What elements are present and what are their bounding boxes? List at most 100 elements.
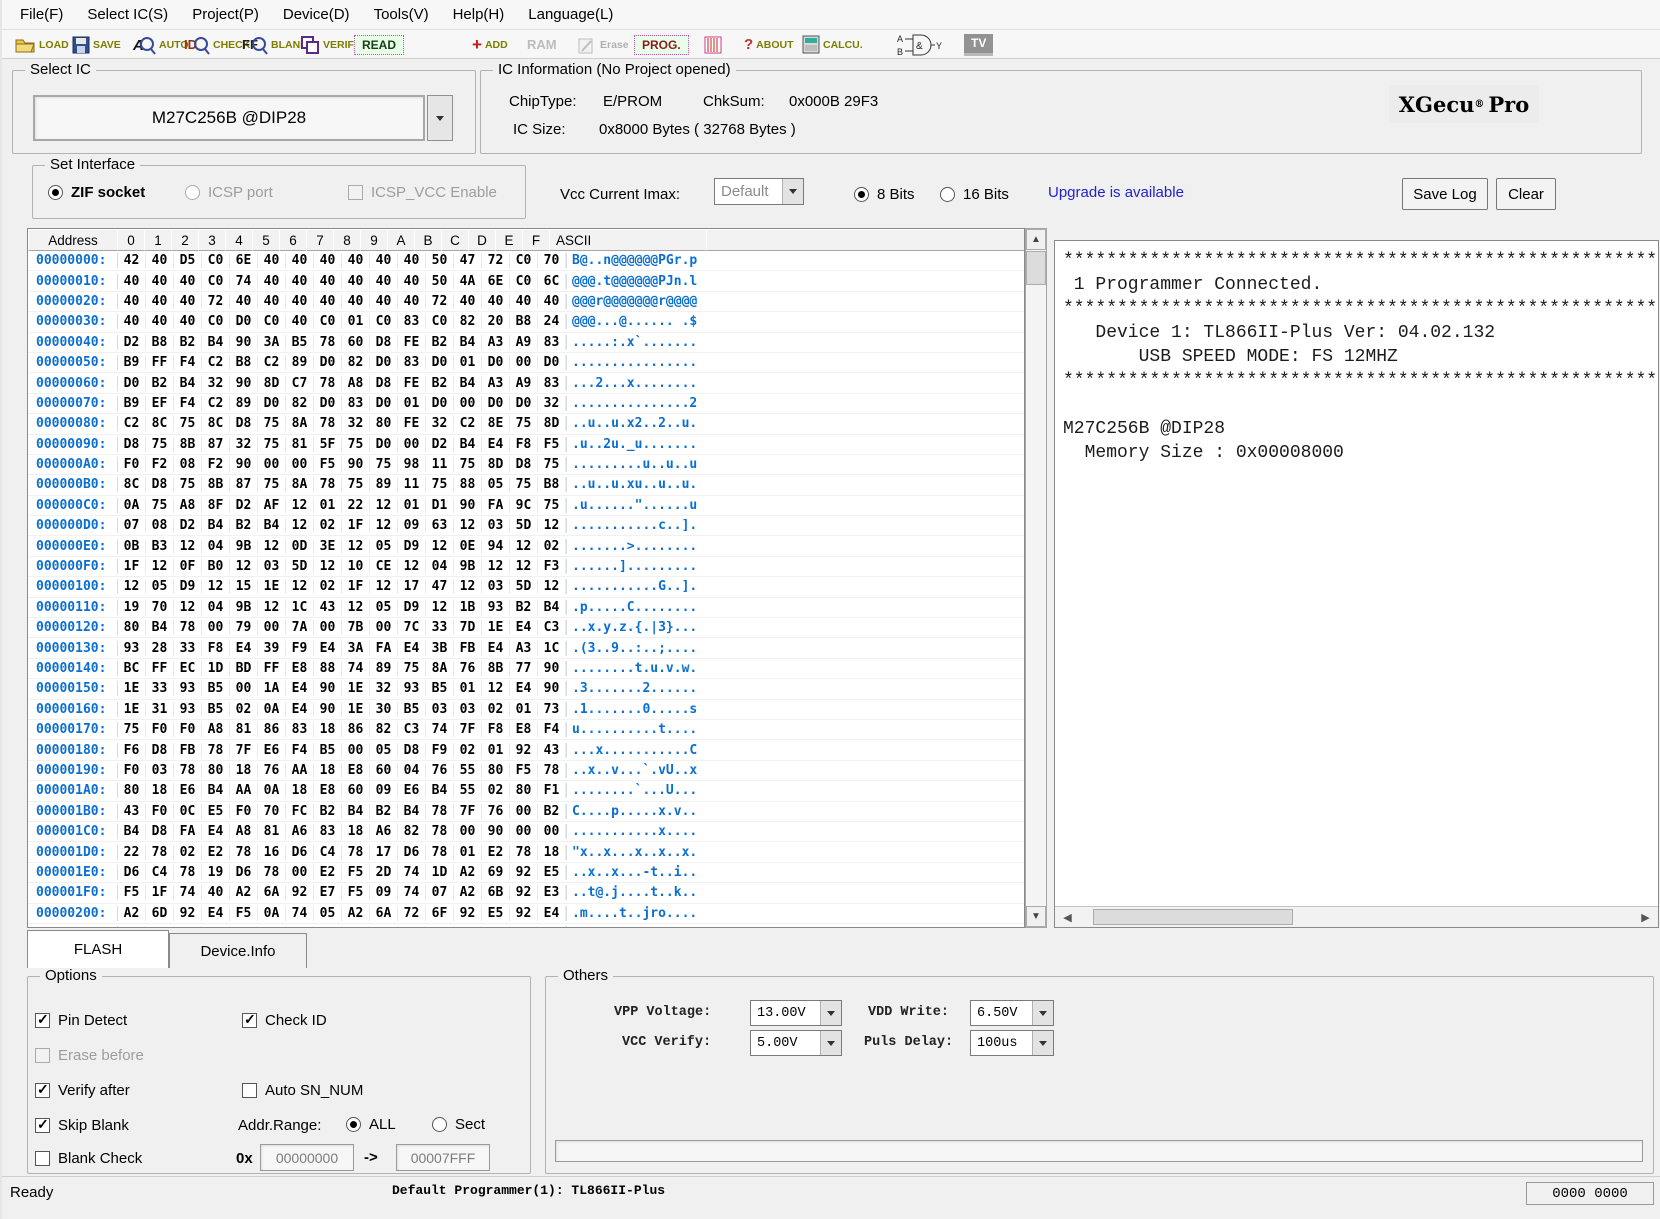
range-from-input[interactable]: 00000000 — [260, 1144, 354, 1171]
tv-button[interactable]: TV — [964, 31, 993, 58]
hex-row[interactable]: 00000010:404040C074404040404040504A6EC06… — [28, 271, 1024, 291]
chevron-down-icon[interactable] — [820, 1001, 841, 1025]
log-line: ****************************************… — [1063, 297, 1656, 321]
addr-range-sect-radio[interactable]: Sect — [432, 1116, 485, 1133]
hex-row[interactable]: 000000A0:F0F208F2900000F590759811758DD87… — [28, 455, 1024, 475]
log-panel[interactable]: ****************************************… — [1054, 240, 1659, 928]
menu-item[interactable]: Project(P) — [180, 2, 271, 27]
blank-button[interactable]: FF BLANK — [242, 31, 308, 58]
hex-row[interactable]: 000001E0:D6C47819D67800E2F52D741DA26992E… — [28, 863, 1024, 883]
hex-row[interactable]: 00000080:C28C758CD8758A783280FE32C28E758… — [28, 414, 1024, 434]
hex-column-header: 7 — [306, 229, 334, 251]
chevron-down-icon[interactable] — [1032, 1001, 1053, 1025]
chevron-down-icon[interactable] — [1032, 1031, 1053, 1055]
hex-row[interactable]: 000000D0:0708D2B4B2B412021F12096312035D1… — [28, 516, 1024, 536]
zif-socket-radio[interactable]: ZIF socket — [48, 184, 145, 201]
hex-row[interactable]: 000001A0:8018E6B4AA0A18E86009E6B4550280F… — [28, 781, 1024, 801]
hex-byte: 18 — [230, 763, 258, 778]
scroll-right-icon[interactable]: ▶ — [1635, 907, 1656, 927]
hex-row[interactable]: 00000060:D0B2B432908DC778A8D8FEB2B4A3A98… — [28, 373, 1024, 393]
blank-check-checkbox[interactable]: Blank Check — [35, 1150, 142, 1167]
check-id-button[interactable]: ID CHECK — [184, 31, 250, 58]
hex-row[interactable]: 00000120:80B4780079007A007B007C337D1EE4C… — [28, 618, 1024, 638]
hex-row[interactable]: 00000050:B9FFF4C2B8C289D082D083D001D000D… — [28, 353, 1024, 373]
hex-byte: 00 — [510, 824, 538, 839]
calcu-button[interactable]: CALCU. — [802, 31, 863, 58]
vpp-voltage-select[interactable]: 13.00V — [750, 1000, 842, 1026]
hex-row[interactable]: 00000090:D8758B873275815F75D000D2B4E4F8F… — [28, 435, 1024, 455]
hex-editor[interactable]: Address0123456789ABCDEFASCII 00000000:42… — [27, 228, 1025, 928]
hex-row[interactable]: 000000C0:0A75A88FD2AF1201221201D190FA9C7… — [28, 496, 1024, 516]
vcc-current-select[interactable]: Default — [714, 178, 804, 205]
hex-byte: 00 — [510, 804, 538, 819]
logic-gate-button[interactable]: A B & Y — [897, 31, 943, 58]
chip-button[interactable] — [702, 31, 724, 58]
puls-delay-select[interactable]: 100us — [970, 1030, 1054, 1056]
verify-after-checkbox[interactable]: Verify after — [35, 1082, 130, 1099]
add-button[interactable]: + ADD — [472, 31, 508, 58]
scrollbar-thumb[interactable] — [1026, 251, 1046, 285]
verify-button[interactable]: VERIFY — [300, 31, 361, 58]
chevron-down-icon[interactable] — [782, 179, 803, 204]
chevron-down-icon[interactable] — [820, 1031, 841, 1055]
hex-row[interactable]: 000000F0:1F120FB012035D1210CE12049B1212F… — [28, 557, 1024, 577]
upgrade-available-link[interactable]: Upgrade is available — [1048, 184, 1184, 201]
scroll-up-icon[interactable]: ▲ — [1026, 229, 1046, 250]
scroll-left-icon[interactable]: ◀ — [1057, 907, 1078, 927]
hex-row[interactable]: 00000150:1E3393B5001AE4901E3293B50112E49… — [28, 679, 1024, 699]
log-horizontal-scrollbar[interactable]: ◀ ▶ — [1055, 906, 1658, 927]
hex-row[interactable]: 00000100:1205D912151E12021F12174712035D1… — [28, 577, 1024, 597]
selected-ic-value[interactable]: M27C256B @DIP28 — [33, 95, 425, 141]
hex-row[interactable]: 00000070:B9EFF4C289D082D083D001D000D0D03… — [28, 394, 1024, 414]
menu-item[interactable]: Device(D) — [271, 2, 362, 27]
hex-row[interactable]: 00000000:4240D5C06E404040404040504772C07… — [28, 251, 1024, 271]
hex-row[interactable]: 00000190:F00378801876AA18E86004765580F57… — [28, 761, 1024, 781]
hex-row[interactable]: 00000200:A26D92E4F50A7405A26A726F92E592E… — [28, 904, 1024, 924]
menu-item[interactable]: Tools(V) — [362, 2, 441, 27]
hex-row[interactable]: 00000040:D2B8B2B4903AB57860D8FEB2B4A3A98… — [28, 333, 1024, 353]
hex-vertical-scrollbar[interactable]: ▲ ▼ — [1025, 228, 1047, 928]
skip-blank-checkbox[interactable]: Skip Blank — [35, 1117, 129, 1134]
hex-row[interactable]: 000000B0:8CD8758B87758A7875891175880575B… — [28, 475, 1024, 495]
hex-row[interactable]: 00000180:F6D8FB787FE6F4B50005D8F90201924… — [28, 740, 1024, 760]
addr-range-all-radio[interactable]: ALL — [346, 1116, 396, 1133]
menu-item[interactable]: Language(L) — [516, 2, 625, 27]
hex-row[interactable]: 00000210:02F2FF147407A26D02E4FF1FB2B4227… — [28, 924, 1024, 928]
auto-button[interactable]: A AUTO — [132, 31, 189, 58]
scrollbar-thumb[interactable] — [1093, 909, 1293, 925]
hex-row[interactable]: 000001B0:43F00CE5F070FCB2B4B2B4787F7600B… — [28, 802, 1024, 822]
save-button[interactable]: SAVE — [72, 31, 121, 58]
menu-item[interactable]: Help(H) — [441, 2, 517, 27]
tab-flash[interactable]: FLASH — [27, 930, 169, 968]
prog-button[interactable]: PROG. — [634, 31, 689, 58]
clear-button[interactable]: Clear — [1496, 178, 1556, 210]
hex-row[interactable]: 00000170:75F0F0A8818683188682C3747FF8E8F… — [28, 720, 1024, 740]
save-log-button[interactable]: Save Log — [1402, 178, 1488, 210]
load-button[interactable]: LOAD — [14, 31, 69, 58]
range-to-input[interactable]: 00007FFF — [396, 1144, 490, 1171]
hex-row[interactable]: 00000030:404040C0D0C040C001C083C08220B82… — [28, 312, 1024, 332]
hex-row[interactable]: 00000130:932833F8E439F9E43AFAE43BFBE4A31… — [28, 638, 1024, 658]
scroll-down-icon[interactable]: ▼ — [1026, 906, 1046, 927]
vcc-verify-select[interactable]: 5.00V — [750, 1030, 842, 1056]
select-ic-dropdown-button[interactable] — [427, 95, 453, 141]
hex-row[interactable]: 000000E0:0BB312049B120D3E1205D9120E94120… — [28, 536, 1024, 556]
hex-row[interactable]: 00000140:BCFFEC1DBDFFE8887489758A768B779… — [28, 659, 1024, 679]
about-button[interactable]: ? ABOUT — [744, 31, 794, 58]
auto-sn-checkbox[interactable]: Auto SN_NUM — [242, 1082, 363, 1099]
hex-row[interactable]: 00000160:1E3193B5020AE4901E30B5030302017… — [28, 700, 1024, 720]
vdd-write-select[interactable]: 6.50V — [970, 1000, 1054, 1026]
menu-item[interactable]: File(F) — [8, 2, 75, 27]
check-id-checkbox[interactable]: Check ID — [242, 1012, 327, 1029]
16-bits-radio[interactable]: 16 Bits — [940, 186, 1009, 203]
8-bits-radio[interactable]: 8 Bits — [854, 186, 915, 203]
hex-row[interactable]: 00000020:4040407240404040404040724040404… — [28, 292, 1024, 312]
pin-detect-checkbox[interactable]: Pin Detect — [35, 1012, 127, 1029]
menu-item[interactable]: Select IC(S) — [75, 2, 180, 27]
hex-row[interactable]: 00000110:197012049B121C431205D9121B93B2B… — [28, 598, 1024, 618]
tab-device-info[interactable]: Device.Info — [169, 933, 307, 968]
hex-row[interactable]: 000001F0:F51F7440A26A92E7F5097407A26B92E… — [28, 883, 1024, 903]
hex-row[interactable]: 000001D0:227802E27816D6C47817D67801E2781… — [28, 842, 1024, 862]
hex-row[interactable]: 000001C0:B4D8FAE4A881A68318A682780090000… — [28, 822, 1024, 842]
read-button[interactable]: READ — [354, 31, 404, 58]
